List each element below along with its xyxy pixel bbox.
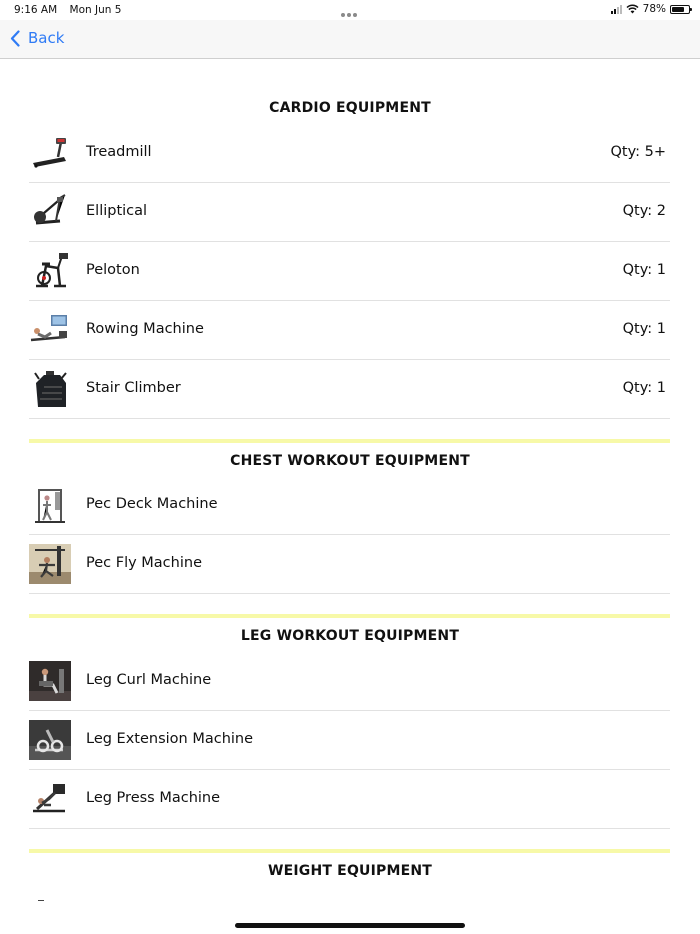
battery-icon	[670, 4, 692, 14]
item-name: Pec Fly Machine	[86, 555, 202, 571]
list-item-leg-extension[interactable]: Leg Extension Machine	[29, 711, 670, 770]
item-name: Treadmill	[86, 144, 152, 160]
pec-deck-icon	[29, 485, 71, 525]
list-item-leg-press[interactable]: Leg Press Machine	[29, 770, 670, 829]
item-name: Peloton	[86, 262, 140, 278]
treadmill-icon	[29, 133, 71, 173]
list-item-pec-deck[interactable]: Pec Deck Machine	[29, 476, 670, 535]
list-item-elliptical[interactable]: Elliptical Qty: 2	[29, 183, 670, 242]
multitasking-dots-icon[interactable]	[341, 8, 359, 17]
leg-press-icon	[29, 779, 71, 819]
item-qty: Qty: 5+	[610, 144, 667, 160]
item-name: Elliptical	[86, 203, 148, 219]
rowing-machine-icon	[29, 310, 71, 350]
leg-curl-icon	[29, 661, 71, 701]
stair-climber-icon	[29, 369, 71, 409]
leg-extension-icon	[29, 720, 71, 760]
item-qty: Qty: 1	[622, 380, 666, 396]
item-name: Pec Deck Machine	[86, 496, 218, 512]
battery-percent: 78%	[642, 3, 666, 15]
section-title-leg: LEG WORKOUT EQUIPMENT	[240, 628, 460, 644]
chevron-left-icon	[10, 29, 20, 47]
back-label: Back	[28, 29, 65, 47]
pec-fly-icon	[29, 544, 71, 584]
status-bar: 9:16 AM Mon Jun 5 78%	[0, 0, 700, 20]
list-item-treadmill[interactable]: Treadmill Qty: 5+	[29, 124, 670, 183]
list-item-peloton[interactable]: Peloton Qty: 1	[29, 242, 670, 301]
item-name: Leg Press Machine	[86, 790, 221, 806]
section-divider	[29, 614, 670, 618]
peloton-icon	[29, 251, 71, 291]
item-name: Leg Extension Machine	[86, 731, 254, 747]
section-divider	[29, 439, 670, 443]
section-divider	[29, 849, 670, 853]
item-qty: Qty: 1	[622, 321, 666, 337]
section-title-weight: WEIGHT EQUIPMENT	[267, 863, 433, 879]
list-item-stair-climber[interactable]: Stair Climber Qty: 1	[29, 360, 670, 419]
item-name: Leg Curl Machine	[86, 672, 212, 688]
section-title-chest: CHEST WORKOUT EQUIPMENT	[230, 453, 470, 469]
section-title-cardio: CARDIO EQUIPMENT	[269, 100, 431, 116]
item-qty: Qty: 2	[622, 203, 666, 219]
navigation-bar: Back	[0, 20, 700, 59]
back-button[interactable]: Back	[10, 29, 64, 47]
status-time: 9:16 AM	[14, 4, 58, 16]
home-indicator[interactable]	[235, 923, 465, 928]
item-name: Rowing Machine	[86, 321, 204, 337]
item-name: Stair Climber	[86, 380, 181, 396]
cellular-signal-icon	[610, 4, 622, 14]
item-qty: Qty: 1	[622, 262, 666, 278]
elliptical-icon	[29, 192, 71, 232]
weight-item-thumbnail-partial	[38, 900, 44, 901]
wifi-icon	[626, 4, 639, 14]
list-item-pec-fly[interactable]: Pec Fly Machine	[29, 535, 670, 594]
list-item-rowing-machine[interactable]: Rowing Machine Qty: 1	[29, 301, 670, 360]
list-item-leg-curl[interactable]: Leg Curl Machine	[29, 652, 670, 711]
status-date: Mon Jun 5	[69, 4, 122, 16]
